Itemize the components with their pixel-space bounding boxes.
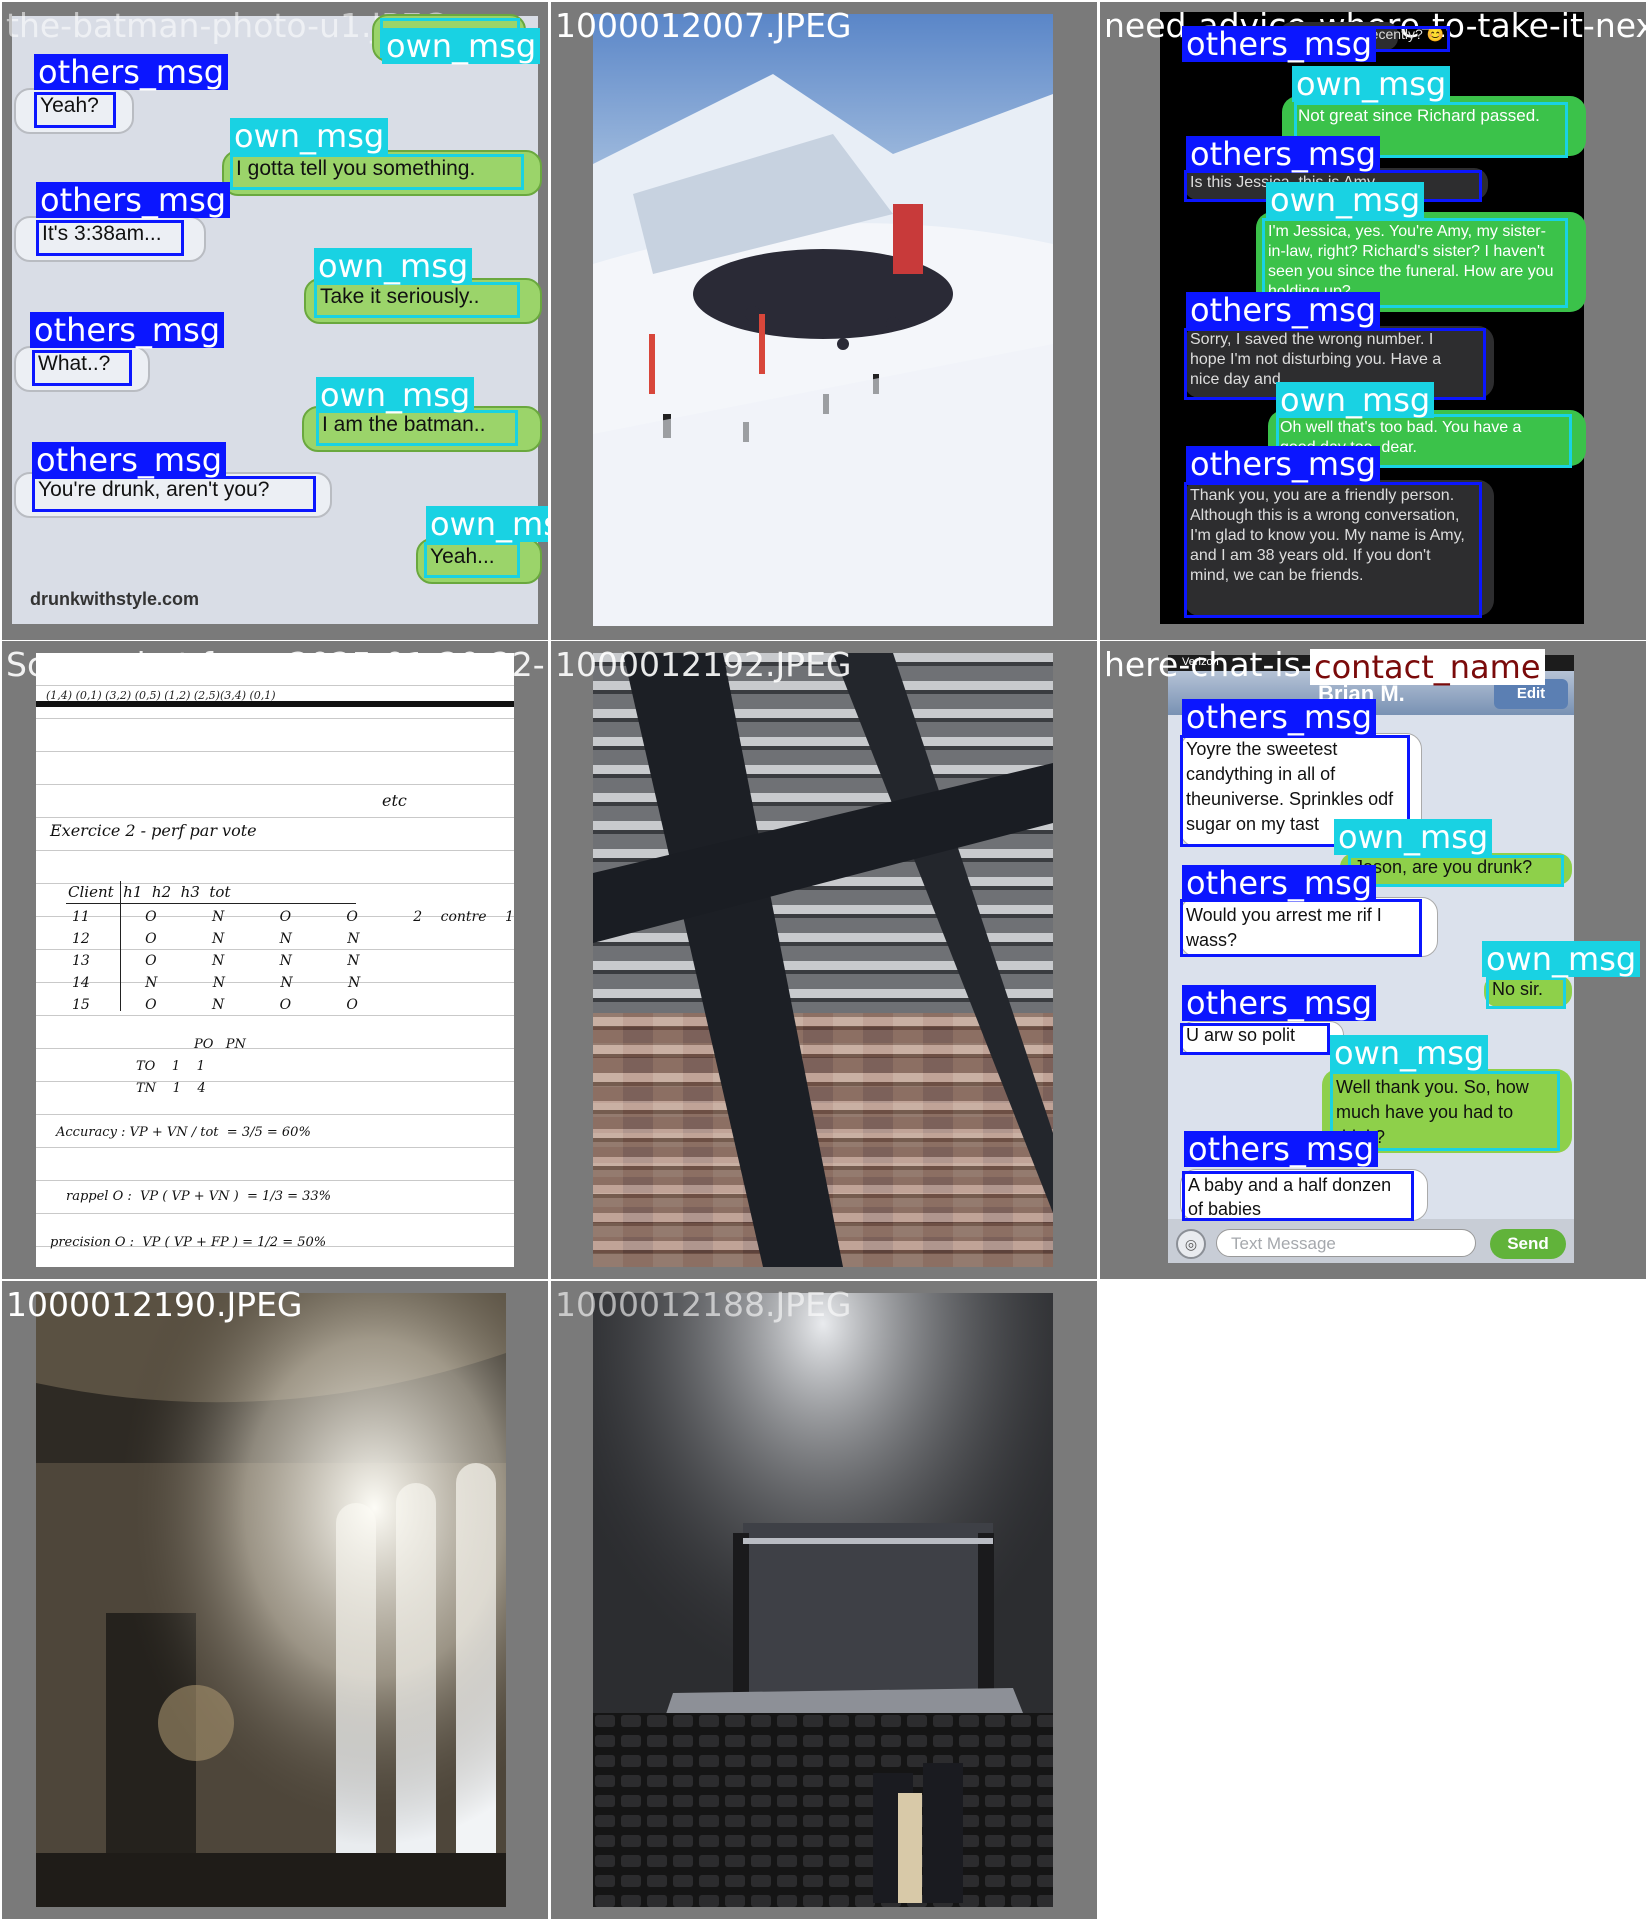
others-msg-label: others_msg xyxy=(1186,136,1381,172)
message-text: Would you arrest me rif I wass? xyxy=(1186,905,1382,950)
send-button[interactable]: Send xyxy=(1490,1229,1566,1259)
grid-cell-4[interactable]: (1,4) (0,1) (3,2) (0,5) (1,2) (2,5)(3,4)… xyxy=(2,641,548,1279)
message-text: I'm Jessica, yes. You're Amy, my sister-… xyxy=(1268,223,1554,300)
ski-slope-photo xyxy=(593,14,1053,626)
others-msg-label: others_msg xyxy=(1186,446,1381,482)
own-msg-label: own_msg xyxy=(1330,1035,1489,1071)
grid-cell-2[interactable]: 1000012007.JPEG xyxy=(551,2,1097,640)
others-msg-label: others_msg xyxy=(30,312,225,348)
note-line: PO PN xyxy=(194,1037,246,1052)
others-msg-label: others_msg xyxy=(1182,699,1377,735)
grid-cell-7[interactable]: 1000012190.JPEG xyxy=(2,1281,548,1919)
message-text: Thank you, you are a friendly person. Al… xyxy=(1190,487,1465,584)
note-line: 14 N N N N xyxy=(72,975,361,991)
others-msg-label: others_msg xyxy=(1182,865,1377,901)
camera-icon[interactable]: ◎ xyxy=(1176,1229,1206,1259)
own-msg-label: own_msg xyxy=(314,248,473,284)
theatre-photo xyxy=(593,1293,1053,1907)
note-line: Accuracy : VP + VN / tot = 3/5 = 60% xyxy=(56,1125,311,1140)
own-msg-label: own_msg xyxy=(1334,819,1493,855)
cell-title: Screenshot from 2025-01-20 22-18-45.png xyxy=(6,645,548,684)
own-msg-label: own_msg xyxy=(1482,941,1641,977)
grid-cell-8[interactable]: 1000012188.JPEG xyxy=(551,1281,1097,1919)
message-text: Take it seriously.. xyxy=(320,285,480,308)
message-text: No sir. xyxy=(1492,979,1544,999)
note-line: 12 O N N N xyxy=(72,931,360,947)
grid-cell-3[interactable]: need-advice-where-to-take-it-next-v rece… xyxy=(1100,2,1646,640)
message-text: You're drunk, aren't you? xyxy=(38,478,270,501)
others-msg-label: others_msg xyxy=(32,442,227,478)
note-line: 15 O N O O xyxy=(72,997,358,1013)
others-msg-label: others_msg xyxy=(34,54,229,90)
message-text: Not great since Richard passed. xyxy=(1298,106,1540,125)
message-text: It's 3:38am... xyxy=(42,222,162,245)
note-line: Client h1 h2 h3 tot xyxy=(68,883,231,901)
grid-cell-6[interactable]: here-chat-is-sweet Verizon Brian M. Edit… xyxy=(1100,641,1646,1279)
cell-title: 1000012007.JPEG xyxy=(555,6,852,45)
grid-cell-1[interactable]: the-batman-photo-u1.JPEG drunkwithstyle.… xyxy=(2,2,548,640)
message-input[interactable]: Text Message xyxy=(1216,1229,1476,1257)
note-line: 13 O N N N xyxy=(72,953,360,969)
own-msg-label: own_msg xyxy=(1292,66,1451,102)
steel-lattice-photo xyxy=(593,653,1053,1267)
message-text: What..? xyxy=(38,352,111,375)
others-msg-label: others_msg xyxy=(1182,985,1377,1021)
cell-title: 1000012190.JPEG xyxy=(6,1285,303,1324)
own-msg-label: own_msg xyxy=(426,506,548,542)
contact-name-label: contact_name xyxy=(1310,649,1545,685)
message-text: Yeah... xyxy=(430,545,495,568)
cell-title: 1000012192.JPEG xyxy=(555,645,852,684)
own-msg-label: own_msg xyxy=(316,377,475,413)
note-line: TO 1 1 xyxy=(136,1059,205,1074)
grid-cell-empty xyxy=(1100,1281,1646,1919)
others-msg-label: others_msg xyxy=(1182,26,1377,62)
sms-footer: drunkwithstyle.com xyxy=(30,589,200,609)
vote-table-rule xyxy=(66,903,356,904)
message-text: A baby and a half donzen of babies xyxy=(1188,1175,1392,1215)
message-text: U arw so polit xyxy=(1186,1025,1296,1045)
own-msg-label: own_msg xyxy=(1266,182,1425,218)
message-text: I am the batman.. xyxy=(322,413,486,436)
message-text: recently? 😊 xyxy=(1366,26,1445,42)
own-msg-label: own_msg xyxy=(230,118,389,154)
note-line: precision O : VP ( VP + FP ) = 1/2 = 50% xyxy=(50,1235,327,1250)
message-text: I gotta tell you something. xyxy=(236,157,476,180)
message-text: Yeah? xyxy=(40,94,99,117)
note-line: TN 1 4 xyxy=(136,1081,206,1096)
note-line: rappel O : VP ( VP + VN ) = 1/3 = 33% xyxy=(66,1189,332,1204)
others-msg-label: others_msg xyxy=(1184,1131,1379,1167)
own-msg-label: own_msg xyxy=(1276,382,1435,418)
grid-cell-5[interactable]: 1000012192.JPEG xyxy=(551,641,1097,1279)
message-text: Jason, are you drunk? xyxy=(1354,857,1533,877)
others-msg-label: others_msg xyxy=(36,182,231,218)
ornate-hall-photo xyxy=(36,1293,506,1907)
cell-title: 1000012188.JPEG xyxy=(555,1285,852,1324)
others-msg-label: others_msg xyxy=(1186,292,1381,328)
note-line: 11 O N O O 2 contre 1 xyxy=(72,909,514,925)
own-msg-label: own_msg xyxy=(382,28,541,64)
note-line: Exercice 2 - perf par vote xyxy=(50,821,257,840)
note-line: etc xyxy=(382,791,407,810)
